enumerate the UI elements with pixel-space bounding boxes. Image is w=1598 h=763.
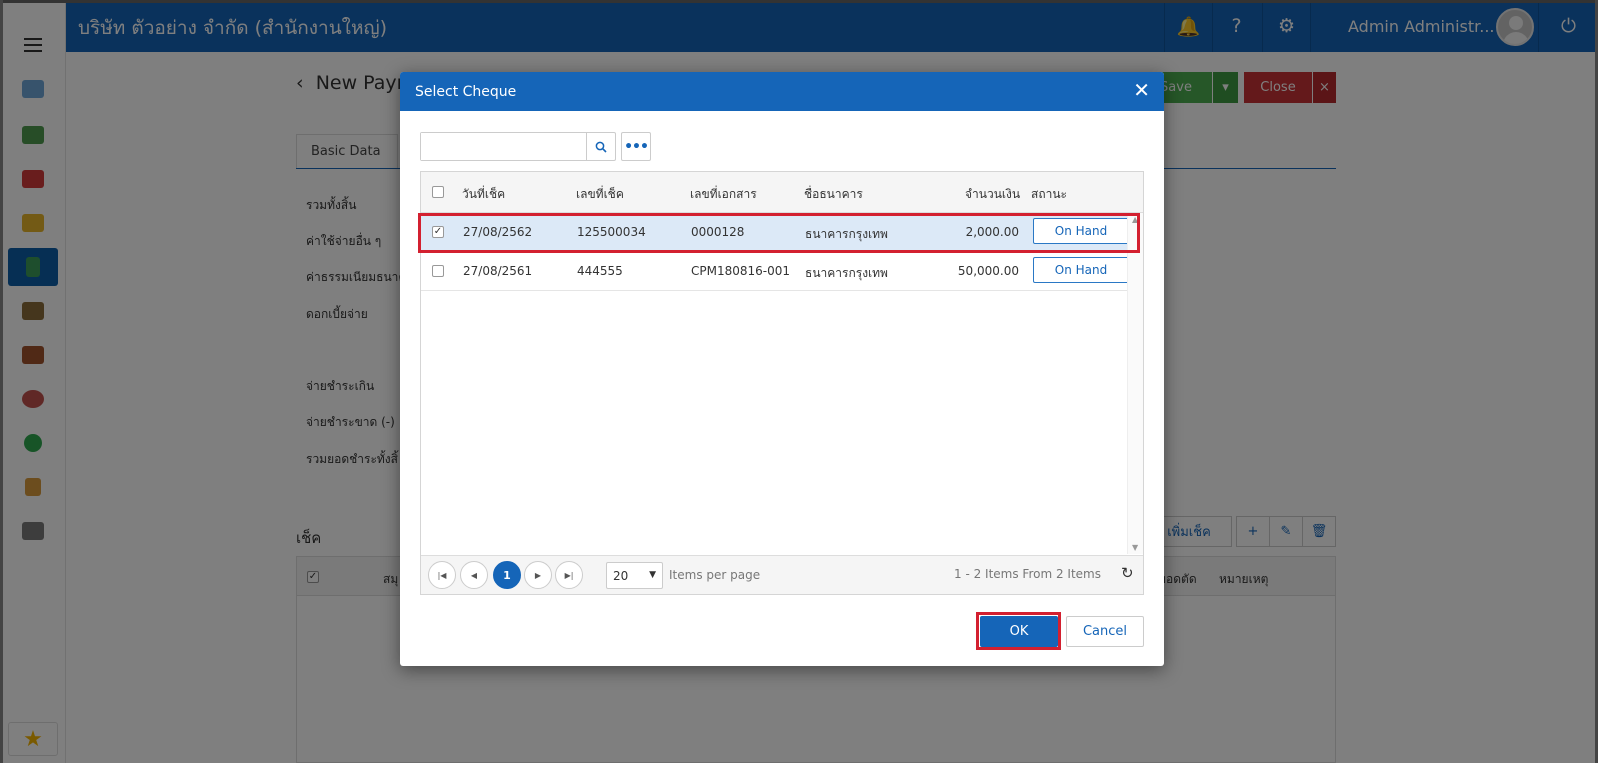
cell-cheque-no: 444555 <box>577 264 623 278</box>
window-frame <box>0 0 3 763</box>
ok-button[interactable]: OK <box>980 616 1058 647</box>
table-scrollbar[interactable]: ▲ ▼ <box>1127 213 1143 554</box>
scroll-up-icon[interactable]: ▲ <box>1132 215 1138 224</box>
first-page-icon[interactable]: |◀ <box>428 561 456 589</box>
cell-doc-no: 0000128 <box>691 225 745 239</box>
close-icon[interactable]: ✕ <box>1133 80 1150 100</box>
cancel-button[interactable]: Cancel <box>1066 616 1144 647</box>
items-per-page-label: Items per page <box>669 568 761 582</box>
col-header-cheque-no[interactable]: เลขที่เช็ค <box>576 185 624 204</box>
cell-bank: ธนาคารกรุงเทพ <box>805 227 888 241</box>
dialog-header: Select Cheque ✕ <box>400 72 1164 111</box>
col-header-doc-no[interactable]: เลขที่เอกสาร <box>690 185 757 204</box>
prev-page-icon[interactable]: ◀ <box>460 561 488 589</box>
table-row[interactable]: 27/08/2561 444555 CPM180816-001 ธนาคารกร… <box>421 252 1129 291</box>
search-box <box>420 132 616 161</box>
row-checkbox[interactable] <box>432 265 444 277</box>
cell-date: 27/08/2562 <box>463 225 533 239</box>
status-badge[interactable]: On Hand <box>1033 218 1129 244</box>
page-size-select[interactable]: 20 ▼ <box>606 562 663 589</box>
search-icon[interactable] <box>586 133 615 160</box>
cell-doc-no: CPM180816-001 <box>691 264 791 278</box>
table-row[interactable]: ✓ 27/08/2562 125500034 0000128 ธนาคารกรุ… <box>421 213 1129 252</box>
table-header: วันที่เช็ค เลขที่เช็ค เลขที่เอกสาร ชื่อธ… <box>421 172 1143 213</box>
page-number-button[interactable]: 1 <box>493 561 521 589</box>
last-page-icon[interactable]: ▶| <box>555 561 583 589</box>
row-checkbox[interactable]: ✓ <box>432 226 444 238</box>
next-page-icon[interactable]: ▶ <box>524 561 552 589</box>
select-all-checkbox[interactable] <box>432 186 444 198</box>
col-header-bank[interactable]: ชื่อธนาคาร <box>804 185 863 204</box>
window-frame <box>0 0 1598 3</box>
scroll-down-icon[interactable]: ▼ <box>1132 543 1138 552</box>
chevron-down-icon: ▼ <box>649 570 656 580</box>
cell-date: 27/08/2561 <box>463 264 533 278</box>
cell-amount: 50,000.00 <box>957 264 1019 278</box>
dialog-title: Select Cheque <box>415 84 517 100</box>
pager-info: 1 - 2 Items From 2 Items <box>954 567 1101 581</box>
cell-cheque-no: 125500034 <box>577 225 646 239</box>
cell-bank: ธนาคารกรุงเทพ <box>805 266 888 280</box>
col-header-status[interactable]: สถานะ <box>1031 185 1067 204</box>
search-input[interactable] <box>421 133 587 160</box>
cell-amount: 2,000.00 <box>965 225 1019 239</box>
cheque-table: วันที่เช็ค เลขที่เช็ค เลขที่เอกสาร ชื่อธ… <box>420 171 1144 595</box>
more-options-icon[interactable]: ••• <box>621 132 651 161</box>
col-header-date[interactable]: วันที่เช็ค <box>462 185 505 204</box>
col-header-amount[interactable]: จำนวนเงิน <box>965 185 1020 204</box>
refresh-icon[interactable]: ↻ <box>1121 564 1134 582</box>
select-cheque-dialog: Select Cheque ✕ ••• วันที่เช็ค เลขที่เช็… <box>400 72 1164 666</box>
status-badge[interactable]: On Hand <box>1033 257 1129 283</box>
page-size-value: 20 <box>613 569 629 583</box>
pager: |◀ ◀ 1 ▶ ▶| 20 ▼ Items per page 1 - 2 It… <box>421 555 1143 594</box>
